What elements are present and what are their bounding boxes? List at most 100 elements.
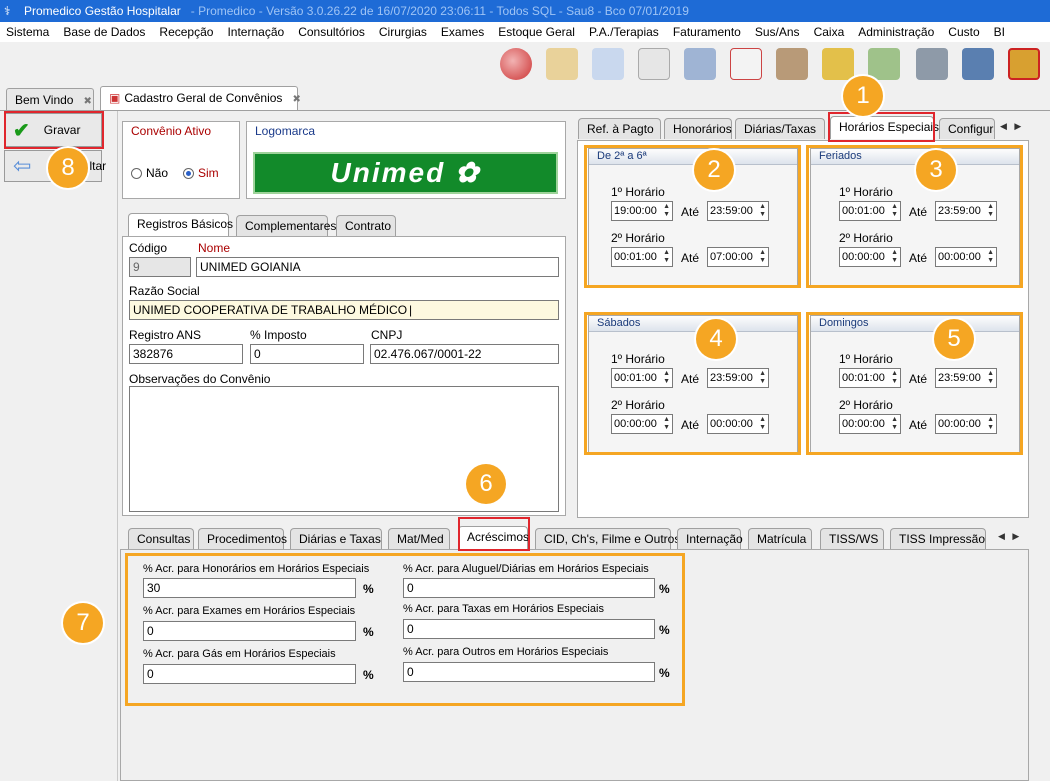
back-arrow-icon: ⇦ — [13, 153, 32, 178]
radio-nao-label: Não — [146, 166, 169, 180]
menu-recepcao[interactable]: Recepção — [159, 25, 213, 39]
coins-up-icon[interactable] — [822, 48, 854, 80]
nome-label: Nome — [198, 241, 231, 255]
menu-sus-ans[interactable]: Sus/Ans — [755, 25, 800, 39]
users-refresh-icon[interactable] — [500, 48, 532, 80]
tab-diarias-e-taxas[interactable]: Diárias e Taxas — [290, 528, 382, 549]
tab-tiss-ws[interactable]: TISS/WS — [820, 528, 884, 549]
right-tabs: Ref. à Pagto Honorários Diárias/Taxas Ho… — [578, 116, 1050, 141]
unimed-logo-text: Unimed — [330, 157, 446, 188]
logomarca-title: Logomarca — [255, 124, 316, 138]
close-icon[interactable]: ✖ — [292, 94, 300, 105]
tab-configura[interactable]: Configura — [939, 118, 995, 139]
cnpj-label: CNPJ — [371, 328, 403, 342]
menu-cirurgias[interactable]: Cirurgias — [379, 25, 427, 39]
highlight-acrescimos-fields — [125, 553, 685, 706]
logomarca-group: Logomarca Unimed ✿ — [246, 121, 566, 199]
highlight-horarios-tab — [828, 112, 935, 142]
highlight-box-feriados — [806, 145, 1023, 288]
radio-sim[interactable]: Sim — [183, 166, 219, 180]
tab-mat-med[interactable]: Mat/Med — [388, 528, 450, 549]
tab-registros-basicos[interactable]: Registros Básicos — [128, 213, 233, 236]
imposto-label: % Imposto — [250, 328, 307, 342]
codigo-label: Código — [129, 241, 168, 255]
tab-internacao[interactable]: Internação — [677, 528, 743, 549]
cnpj-field[interactable]: 02.476.067/0001-22 — [370, 344, 559, 364]
unimed-logo: Unimed ✿ — [253, 152, 558, 194]
razao-field[interactable]: UNIMED COOPERATIVA DE TRABALHO MÉDICO | — [129, 300, 559, 320]
tab-tiss-impressao[interactable]: TISS Impressão — [890, 528, 986, 549]
tab-procedimentos[interactable]: Procedimentos — [198, 528, 287, 549]
callout-1: 1 — [843, 76, 883, 116]
convenio-ativo-group: Convênio Ativo Não Sim — [122, 121, 240, 199]
convenio-ativo-title: Convênio Ativo — [131, 124, 212, 138]
menu-pa-terapias[interactable]: P.A./Terapias — [589, 25, 659, 39]
callout-7: 7 — [63, 603, 103, 643]
callout-4: 4 — [696, 319, 736, 359]
menu-base-de-dados[interactable]: Base de Dados — [63, 25, 145, 39]
tab-matricula[interactable]: Matrícula — [748, 528, 812, 549]
boxes-icon[interactable] — [776, 48, 808, 80]
menu-faturamento[interactable]: Faturamento — [673, 25, 741, 39]
document-icon[interactable] — [638, 48, 670, 80]
safe-icon[interactable] — [916, 48, 948, 80]
tab-consultas[interactable]: Consultas — [128, 528, 194, 549]
menu-exames[interactable]: Exames — [441, 25, 484, 39]
highlight-box-sabados — [584, 312, 801, 455]
callout-5: 5 — [934, 319, 974, 359]
action-panel — [2, 111, 118, 781]
tab-cadastro-label: Cadastro Geral de Convênios — [124, 91, 283, 105]
window-title: Promedico Gestão Hospitalar — [24, 4, 181, 18]
menu-consultorios[interactable]: Consultórios — [298, 25, 365, 39]
form-tabs: Registros Básicos Complementares Contrat… — [128, 213, 568, 237]
menu-custo[interactable]: Custo — [948, 25, 979, 39]
callout-8: 8 — [48, 148, 88, 188]
tab-contrato[interactable]: Contrato — [336, 215, 396, 236]
obs-label: Observações do Convênio — [129, 372, 271, 386]
menu-bi[interactable]: BI — [994, 25, 1005, 39]
close-icon[interactable]: ✖ — [83, 96, 91, 107]
ambulance-icon[interactable] — [730, 48, 762, 80]
highlight-box-domingos — [806, 312, 1023, 455]
title-bar: ⚕ Promedico Gestão Hospitalar - Promedic… — [0, 0, 1050, 22]
tab-bem-vindo-label: Bem Vindo — [15, 93, 74, 107]
tab-diarias-taxas[interactable]: Diárias/Taxas — [735, 118, 825, 139]
codigo-field[interactable]: 9 — [129, 257, 191, 277]
reception-icon[interactable] — [546, 48, 578, 80]
menu-administracao[interactable]: Administração — [858, 25, 934, 39]
razao-value: UNIMED COOPERATIVA DE TRABALHO MÉDICO — [133, 303, 408, 317]
tab-complementares[interactable]: Complementares — [236, 215, 336, 236]
highlight-box-semana — [584, 145, 801, 288]
window-subtitle: - Promedico - Versão 3.0.26.22 de 16/07/… — [190, 4, 689, 18]
toolbar — [0, 42, 1050, 88]
tab-bem-vindo[interactable]: Bem Vindo ✖ — [6, 88, 94, 110]
bed-icon[interactable] — [684, 48, 716, 80]
callout-3: 3 — [916, 150, 956, 190]
menu-internacao[interactable]: Internação — [227, 25, 284, 39]
doctor-icon[interactable] — [592, 48, 624, 80]
money-down-icon[interactable] — [868, 48, 900, 80]
radio-sim-label: Sim — [198, 166, 219, 180]
menu-caixa[interactable]: Caixa — [814, 25, 845, 39]
tab-scroll-arrows[interactable]: ◀ ▶ — [1000, 121, 1021, 132]
radio-nao[interactable]: Não — [131, 166, 168, 180]
tab-cid-chs-filme[interactable]: CID, Ch's, Filme e Outros — [535, 528, 680, 549]
highlight-acrescimos-tab — [458, 517, 530, 551]
imposto-field[interactable]: 0 — [250, 344, 364, 364]
menu-estoque-geral[interactable]: Estoque Geral — [498, 25, 575, 39]
tab-cadastro-convenios[interactable]: ▣ Cadastro Geral de Convênios ✖ — [100, 86, 301, 110]
tab-honorarios[interactable]: Honorários — [664, 118, 732, 139]
nome-field[interactable]: UNIMED GOIANIA — [196, 257, 559, 277]
callout-2: 2 — [694, 150, 734, 190]
ans-label: Registro ANS — [129, 328, 202, 342]
form-icon: ▣ — [109, 91, 121, 105]
ans-field[interactable]: 382876 — [129, 344, 243, 364]
menu-bar: Sistema Base de Dados Recepção Internaçã… — [0, 22, 1050, 42]
razao-label: Razão Social — [129, 284, 200, 298]
tab-scroll-arrows[interactable]: ◀ ▶ — [998, 531, 1019, 542]
highlight-save-button — [4, 111, 104, 149]
card-payment-icon[interactable] — [962, 48, 994, 80]
menu-sistema[interactable]: Sistema — [6, 25, 49, 39]
tab-ref-pagto[interactable]: Ref. à Pagto — [578, 118, 661, 139]
phone-book-icon[interactable] — [1008, 48, 1040, 80]
